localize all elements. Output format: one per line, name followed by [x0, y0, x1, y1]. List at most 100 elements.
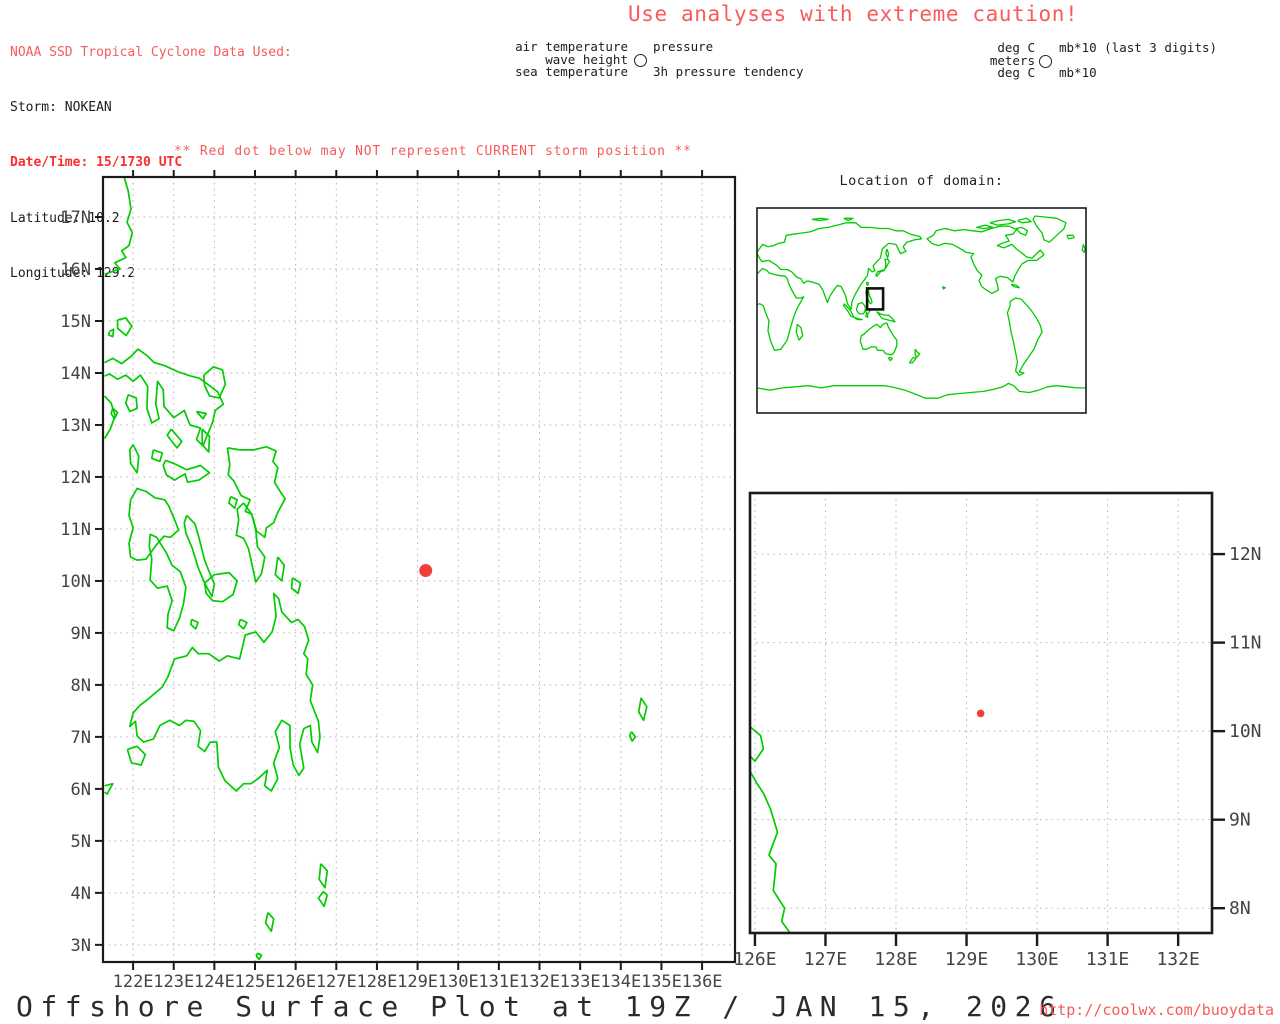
axis-tick-label: 12N: [1229, 544, 1262, 565]
world-coastline: [926, 225, 1045, 295]
world-coastline: [941, 285, 946, 290]
main-map-coastline: [166, 428, 183, 449]
axis-tick-label: 14N: [60, 364, 91, 384]
main-map-coastline: [235, 502, 266, 583]
main-map-coastline: [183, 514, 216, 598]
world-coastline: [843, 217, 854, 222]
main-map-coastline: [128, 444, 140, 474]
axis-tick-label: 130E: [1015, 949, 1058, 970]
world-coastline: [1081, 244, 1086, 254]
axis-tick-label: 11N: [60, 520, 91, 540]
main-map-coastline: [237, 618, 248, 630]
axis-tick-label: 12N: [60, 468, 91, 488]
main-map-coastline: [128, 592, 321, 792]
main-map-coastline: [104, 177, 134, 276]
main-map-coastline: [228, 495, 238, 510]
axis-tick-label: 6N: [71, 780, 91, 800]
axis-tick-label: 135E: [641, 972, 682, 992]
axis-tick-label: 9N: [1229, 810, 1251, 831]
axis-tick-label: 8N: [1229, 898, 1251, 919]
main-map-coastline: [195, 410, 208, 420]
main-map-coastline: [637, 697, 648, 722]
main-map-coastline: [255, 952, 263, 961]
axis-tick-label: 123E: [153, 972, 194, 992]
axis-tick-label: 130E: [438, 972, 479, 992]
axis-tick-label: 132E: [1156, 949, 1199, 970]
axis-tick-label: 128E: [356, 972, 397, 992]
axis-tick-label: 129E: [945, 949, 988, 970]
main-map-coastline: [150, 449, 164, 463]
main-map-coastline: [317, 890, 329, 908]
axis-tick-label: 3N: [71, 936, 91, 956]
world-coastline: [1017, 217, 1032, 224]
main-map-frame: [101, 175, 737, 964]
axis-tick-label: 7N: [71, 728, 91, 748]
main-map-coastline: [107, 328, 115, 338]
axis-tick-label: 122E: [113, 972, 154, 992]
zoom-map-coastline: [750, 726, 765, 763]
main-map-coastline: [116, 317, 133, 337]
world-coastline: [866, 281, 870, 287]
buoy-plot-page: NOAA SSD Tropical Cyclone Data Used: Sto…: [0, 0, 1280, 1024]
world-coastline: [914, 348, 921, 358]
main-map-coastline: [628, 731, 637, 742]
storm-dot: [976, 709, 985, 718]
world-coastline: [1010, 283, 1020, 289]
plot-title: Offshore Surface Plot at 19Z / JAN 15, 2…: [16, 990, 1064, 1023]
axis-tick-label: 8N: [71, 676, 91, 696]
main-map-coastline: [203, 571, 238, 603]
axis-tick-label: 4N: [71, 884, 91, 904]
axis-tick-label: 133E: [560, 972, 601, 992]
maps-canvas: 122E 123E 124E 125E 126E 127E 128E 129E 130E 131E…: [60, 170, 1262, 992]
world-coastline: [887, 356, 893, 362]
world-coastline: [976, 224, 994, 230]
main-map-coastline: [104, 782, 114, 795]
main-map-coastline: [264, 912, 275, 933]
axis-tick-label: 131E: [1086, 949, 1129, 970]
world-coastline: [811, 217, 829, 222]
main-map-coastline: [318, 863, 329, 889]
world-coastline: [859, 322, 898, 356]
world-coastline: [757, 222, 923, 311]
world-coastline: [1006, 297, 1043, 377]
storm-dot: [419, 564, 433, 578]
main-map-coastline: [226, 445, 286, 539]
world-coastline: [875, 258, 891, 277]
axis-tick-label: 127E: [316, 972, 357, 992]
world-coastline: [853, 316, 863, 321]
main-map-coastline: [126, 745, 147, 766]
main-map-coastline: [128, 487, 180, 561]
world-coastline: [855, 301, 867, 315]
axis-tick-label: 127E: [804, 949, 847, 970]
world-coastline: [1066, 234, 1075, 240]
axis-tick-label: 11N: [1229, 633, 1262, 654]
world-coastline: [1032, 215, 1067, 243]
axis-tick-label: 132E: [519, 972, 560, 992]
axis-tick-label: 9N: [71, 624, 91, 644]
main-map-coastline: [274, 556, 286, 582]
axis-tick-label: 128E: [874, 949, 917, 970]
main-map-coastline: [290, 577, 302, 595]
world-coastline: [989, 218, 1017, 226]
domain-location-rect: [865, 287, 885, 311]
axis-tick-label: 131E: [478, 972, 519, 992]
axis-tick-label: 126E: [733, 949, 776, 970]
axis-tick-label: 16N: [60, 260, 91, 280]
axis-tick-label: 129E: [397, 972, 438, 992]
main-map-coastline: [148, 533, 187, 632]
axis-tick-label: 125E: [235, 972, 276, 992]
axis-tick-label: 124E: [194, 972, 235, 992]
main-map-coastline: [124, 394, 138, 413]
source-url-link[interactable]: http://coolwx.com/buoydata: [1006, 1001, 1274, 1019]
world-coastline: [795, 323, 804, 341]
axis-tick-label: 10N: [60, 572, 91, 592]
world-coastline: [1015, 226, 1029, 236]
world-coastline: [876, 311, 896, 323]
axis-tick-label: 15N: [60, 312, 91, 332]
world-coastline: [885, 248, 890, 259]
axis-tick-label: 10N: [1229, 721, 1262, 742]
main-map-coastline: [162, 459, 211, 484]
axis-tick-label: 13N: [60, 416, 91, 436]
main-map-coastline: [189, 618, 199, 630]
axis-tick-label: 17N: [60, 208, 91, 228]
